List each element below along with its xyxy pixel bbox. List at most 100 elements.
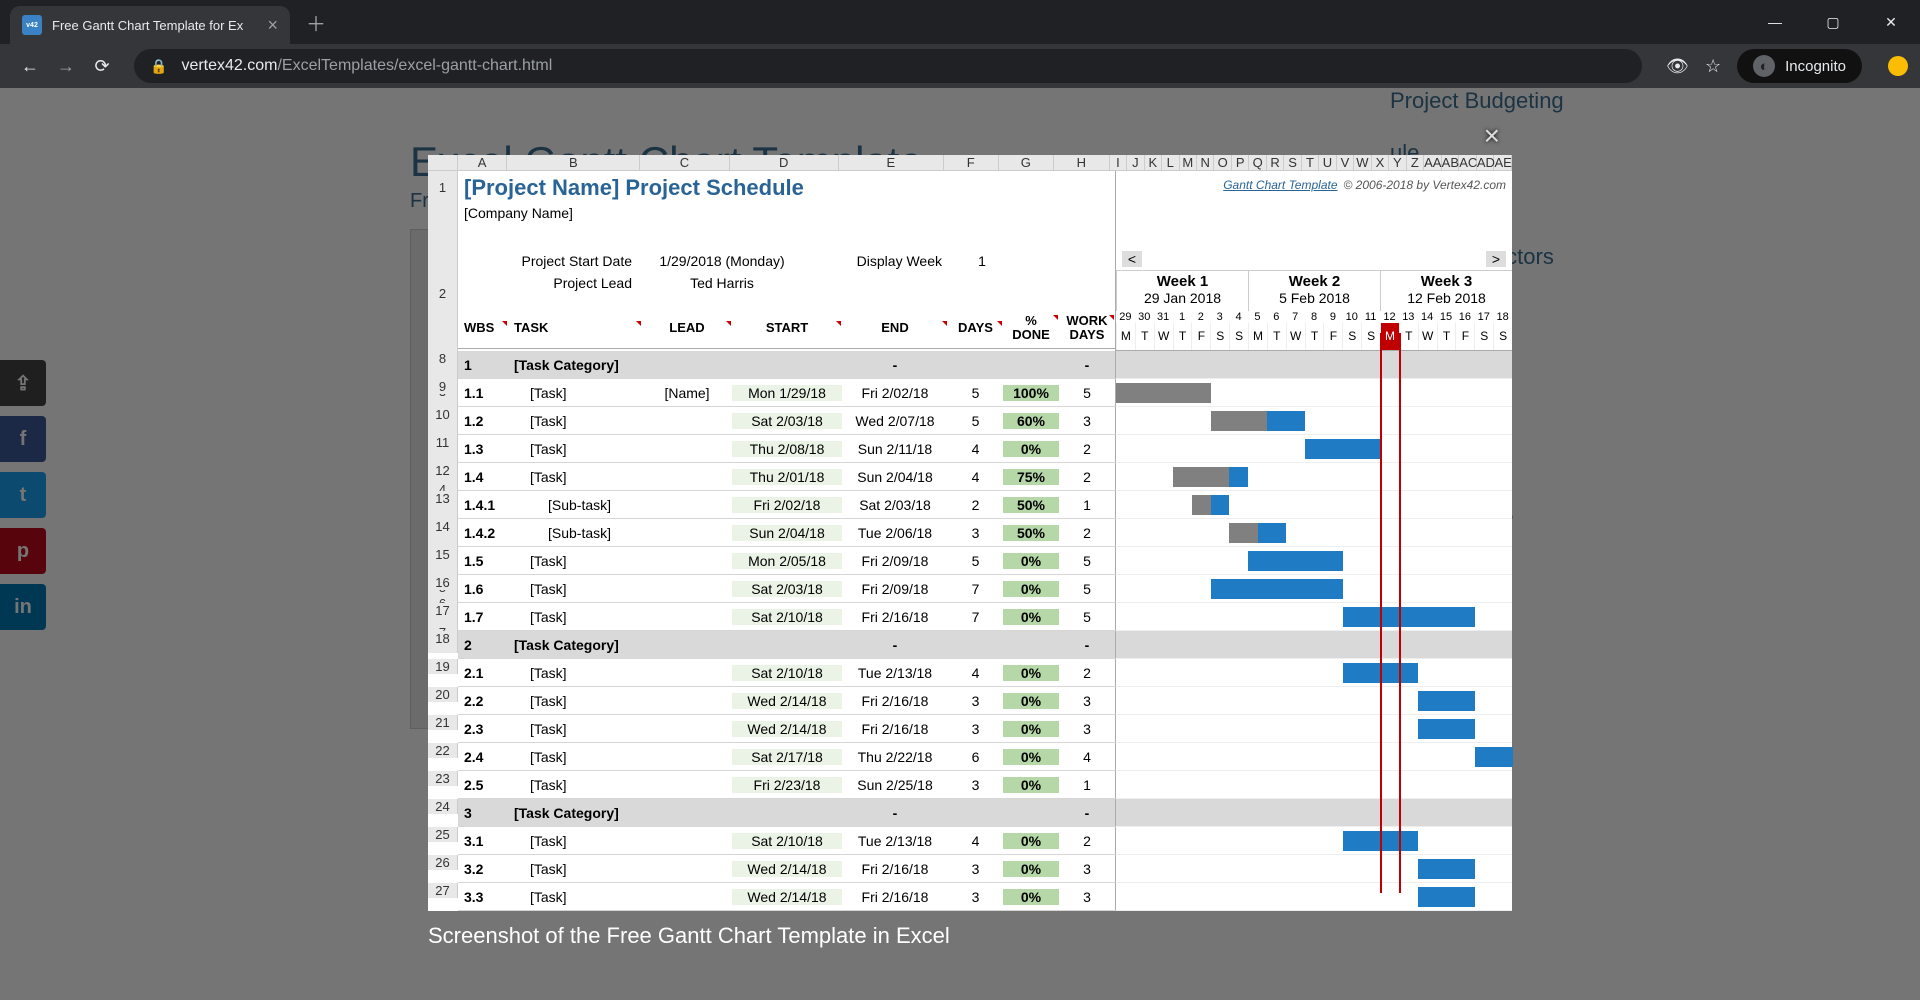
col-letter: U (1319, 155, 1336, 170)
col-letter: Q (1249, 155, 1266, 170)
week-next-button[interactable]: > (1486, 251, 1506, 267)
col-letter: M (1180, 155, 1197, 170)
display-week-value: 1 (952, 253, 1012, 269)
start-date-label: Project Start Date (458, 253, 642, 269)
col-letter: V (1337, 155, 1354, 170)
col-letter: G (999, 155, 1055, 170)
task-row: 111.3[Task]Thu 2/08/18Sun 2/11/1840%2 (428, 435, 1512, 463)
col-letter: E (839, 155, 944, 170)
project-title: [Project Name] Project Schedule (464, 175, 804, 200)
titlebar: v42 Free Gantt Chart Template for Ex × ＋… (0, 0, 1920, 44)
new-tab-button[interactable]: ＋ (306, 8, 326, 37)
task-row: 253.1[Task]Sat 2/10/18Tue 2/13/1840%2 (428, 827, 1512, 855)
th-lead: LEAD (642, 320, 732, 335)
task-row: 232.5[Task]Fri 2/23/18Sun 2/25/1830%1 (428, 771, 1512, 799)
incognito-chip[interactable]: ◐ Incognito (1737, 49, 1862, 83)
category-row: 182[Task Category]-- (428, 631, 1512, 659)
share-linkedin-icon[interactable]: in (0, 584, 46, 630)
incognito-icon: ◐ (1753, 55, 1775, 77)
forward-button[interactable]: → (48, 48, 84, 84)
spreadsheet: ABCDEFGHIJKLMNOPQRSTUVWXYZAAABACADAE 1 2… (428, 155, 1512, 911)
browser-toolbar: ← → ⟳ 🔒 vertex42.com/ExcelTemplates/exce… (0, 44, 1920, 88)
share-facebook-icon[interactable]: f (0, 416, 46, 462)
th-task: TASK (508, 320, 642, 335)
task-row: 161.6[Task]Sat 2/03/18Fri 2/09/1870%5 (428, 575, 1512, 603)
col-letter: P (1232, 155, 1249, 170)
display-week-label: Display Week (802, 253, 952, 269)
favicon: v42 (22, 15, 42, 35)
th-start: START (732, 320, 842, 335)
col-letter: Y (1389, 155, 1406, 170)
start-date-value: 1/29/2018 (Monday) (642, 253, 802, 269)
task-row: 263.2[Task]Wed 2/14/18Fri 2/16/1830%3 (428, 855, 1512, 883)
th-done: % DONE (1003, 314, 1059, 342)
share-twitter-icon[interactable]: t (0, 472, 46, 518)
col-letter: H (1054, 155, 1110, 170)
col-letter: I (1110, 155, 1127, 170)
lightbox-caption: Screenshot of the Free Gantt Chart Templ… (428, 923, 950, 949)
col-letter: W (1354, 155, 1371, 170)
col-letter: Z (1407, 155, 1424, 170)
task-row: 91.1[Task][Name]Mon 1/29/18Fri 2/02/1851… (428, 379, 1512, 407)
col-letter: B (507, 155, 640, 170)
col-letter: K (1145, 155, 1162, 170)
th-end: END (842, 320, 948, 335)
sidebar-link[interactable]: Project Budgeting (1390, 88, 1810, 114)
task-row: 202.2[Task]Wed 2/14/18Fri 2/16/1830%3 (428, 687, 1512, 715)
category-row: 81[Task Category]-- (428, 351, 1512, 379)
reload-button[interactable]: ⟳ (84, 48, 120, 84)
col-letter: T (1302, 155, 1319, 170)
col-letter: D (730, 155, 839, 170)
window-controls: — ▢ ✕ (1746, 2, 1920, 42)
task-row: 273.3[Task]Wed 2/14/18Fri 2/16/1830%3 (428, 883, 1512, 911)
task-row: 222.4[Task]Sat 2/17/18Thu 2/22/1860%4 (428, 743, 1512, 771)
col-letter: AC (1459, 155, 1477, 170)
incognito-label: Incognito (1785, 58, 1846, 75)
close-window-button[interactable]: ✕ (1862, 2, 1920, 42)
back-button[interactable]: ← (12, 48, 48, 84)
lead-value: Ted Harris (642, 275, 802, 291)
share-column: ⇪ f t p in (0, 360, 46, 630)
browser-tab[interactable]: v42 Free Gantt Chart Template for Ex × (10, 6, 290, 44)
task-row: 141.4.2[Sub-task]Sun 2/04/18Tue 2/06/183… (428, 519, 1512, 547)
rownum-gutter: 1 2 3 4 5 6 7 (428, 171, 458, 351)
col-letter: F (944, 155, 999, 170)
maximize-button[interactable]: ▢ (1804, 2, 1862, 42)
task-row: 151.5[Task]Mon 2/05/18Fri 2/09/1850%5 (428, 547, 1512, 575)
column-headers: ABCDEFGHIJKLMNOPQRSTUVWXYZAAABACADAE (428, 155, 1512, 171)
col-letter: R (1267, 155, 1284, 170)
bookmark-star-icon[interactable]: ☆ (1705, 56, 1721, 77)
col-letter: C (640, 155, 729, 170)
lead-label: Project Lead (458, 275, 642, 291)
tab-close-icon[interactable]: × (267, 15, 278, 36)
week-prev-button[interactable]: < (1122, 251, 1142, 267)
profile-avatar[interactable] (1888, 56, 1908, 76)
template-link[interactable]: Gantt Chart Template (1223, 178, 1337, 192)
col-letter: N (1197, 155, 1214, 170)
eye-off-icon[interactable]: 👁 (1666, 56, 1689, 77)
copyright-text: © 2006-2018 by Vertex42.com (1344, 178, 1507, 192)
task-row: 171.7[Task]Sat 2/10/18Fri 2/16/1870%5 (428, 603, 1512, 631)
th-days: DAYS (948, 320, 1003, 335)
col-letter: AB (1442, 155, 1460, 170)
col-letter: L (1162, 155, 1179, 170)
minimize-button[interactable]: — (1746, 2, 1804, 42)
task-row: 192.1[Task]Sat 2/10/18Tue 2/13/1840%2 (428, 659, 1512, 687)
col-letter: A (458, 155, 508, 170)
tab-title: Free Gantt Chart Template for Ex (52, 18, 259, 33)
col-letter: J (1127, 155, 1144, 170)
category-row: 243[Task Category]-- (428, 799, 1512, 827)
lightbox-close-icon[interactable]: × (1484, 120, 1500, 152)
task-row: 131.4.1[Sub-task]Fri 2/02/18Sat 2/03/182… (428, 491, 1512, 519)
share-generic-icon[interactable]: ⇪ (0, 360, 46, 406)
share-pinterest-icon[interactable]: p (0, 528, 46, 574)
url-text: vertex42.com/ExcelTemplates/excel-gantt-… (181, 57, 552, 75)
col-letter: AE (1494, 155, 1512, 170)
task-row: 101.2[Task]Sat 2/03/18Wed 2/07/18560%3 (428, 407, 1512, 435)
task-row: 121.4[Task]Thu 2/01/18Sun 2/04/18475%2 (428, 463, 1512, 491)
address-bar[interactable]: 🔒 vertex42.com/ExcelTemplates/excel-gant… (134, 49, 1642, 83)
col-letter: AD (1477, 155, 1495, 170)
col-letter: S (1284, 155, 1301, 170)
col-letter: X (1372, 155, 1389, 170)
col-letter: O (1214, 155, 1231, 170)
